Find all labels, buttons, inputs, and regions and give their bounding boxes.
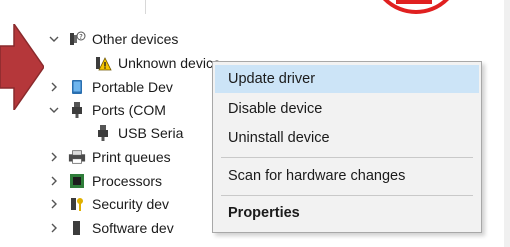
tree-item-label: Software dev bbox=[92, 220, 174, 236]
portable-device-icon bbox=[68, 78, 86, 96]
security-device-icon bbox=[68, 195, 86, 213]
menu-item-label: Scan for hardware changes bbox=[228, 168, 406, 184]
tree-item-label: USB Seria bbox=[118, 125, 184, 141]
port-icon bbox=[68, 101, 86, 119]
menu-item-properties[interactable]: Properties bbox=[215, 199, 479, 227]
unknown-device-warning-icon bbox=[94, 54, 112, 72]
menu-item-label: Update driver bbox=[228, 71, 316, 87]
tree-item-label: Unknown device bbox=[118, 55, 221, 71]
tree-item-label: Print queues bbox=[92, 149, 171, 165]
tree-item-usb-serial[interactable]: USB Seria bbox=[94, 121, 183, 145]
tree-item-ports[interactable]: Ports (COM bbox=[48, 98, 166, 122]
svg-text:?: ? bbox=[79, 33, 83, 41]
processor-icon bbox=[68, 172, 86, 190]
chevron-right-icon[interactable] bbox=[48, 175, 60, 187]
menu-item-uninstall-device[interactable]: Uninstall device bbox=[215, 124, 479, 152]
printer-icon bbox=[68, 148, 86, 166]
chevron-right-icon[interactable] bbox=[48, 222, 60, 234]
software-device-icon bbox=[68, 219, 86, 237]
menu-item-label: Disable device bbox=[228, 101, 323, 117]
chevron-down-icon[interactable] bbox=[48, 104, 60, 116]
tree-item-processors[interactable]: Processors bbox=[48, 169, 162, 193]
usb-serial-icon bbox=[94, 124, 112, 142]
chevron-right-icon[interactable] bbox=[48, 198, 60, 210]
tree-item-label: Ports (COM bbox=[92, 102, 166, 118]
tree-item-unknown-device[interactable]: Unknown device bbox=[94, 51, 221, 75]
tree-item-print-queues[interactable]: Print queues bbox=[48, 145, 171, 169]
annotation-arrow-icon bbox=[0, 24, 44, 110]
other-devices-icon: ? bbox=[68, 30, 86, 48]
menu-separator bbox=[221, 157, 473, 158]
tree-item-label: Portable Dev bbox=[92, 79, 173, 95]
chevron-right-icon[interactable] bbox=[48, 151, 60, 163]
tree-item-other-devices[interactable]: ? Other devices bbox=[48, 27, 178, 51]
tree-item-label: Security dev bbox=[92, 196, 170, 212]
menu-item-disable-device[interactable]: Disable device bbox=[215, 95, 479, 123]
tree-item-security-devices[interactable]: Security dev bbox=[48, 192, 169, 216]
tree-item-software-devices[interactable]: Software dev bbox=[48, 216, 174, 240]
pane-divider bbox=[145, 0, 146, 14]
tree-item-label: Other devices bbox=[92, 31, 179, 47]
menu-item-scan-hardware[interactable]: Scan for hardware changes bbox=[215, 162, 479, 190]
context-menu: Update driver Disable device Uninstall d… bbox=[212, 61, 482, 233]
tree-item-portable-devices[interactable]: Portable Dev bbox=[48, 75, 173, 99]
menu-separator bbox=[221, 195, 473, 196]
menu-item-update-driver[interactable]: Update driver bbox=[215, 65, 479, 93]
menu-item-label: Uninstall device bbox=[228, 130, 330, 146]
window-edge bbox=[504, 0, 510, 247]
menu-item-label: Properties bbox=[228, 205, 300, 221]
annotation-step-badge-icon bbox=[382, 0, 450, 14]
chevron-right-icon[interactable] bbox=[48, 81, 60, 93]
tree-item-label: Processors bbox=[92, 173, 163, 189]
chevron-down-icon[interactable] bbox=[48, 33, 60, 45]
